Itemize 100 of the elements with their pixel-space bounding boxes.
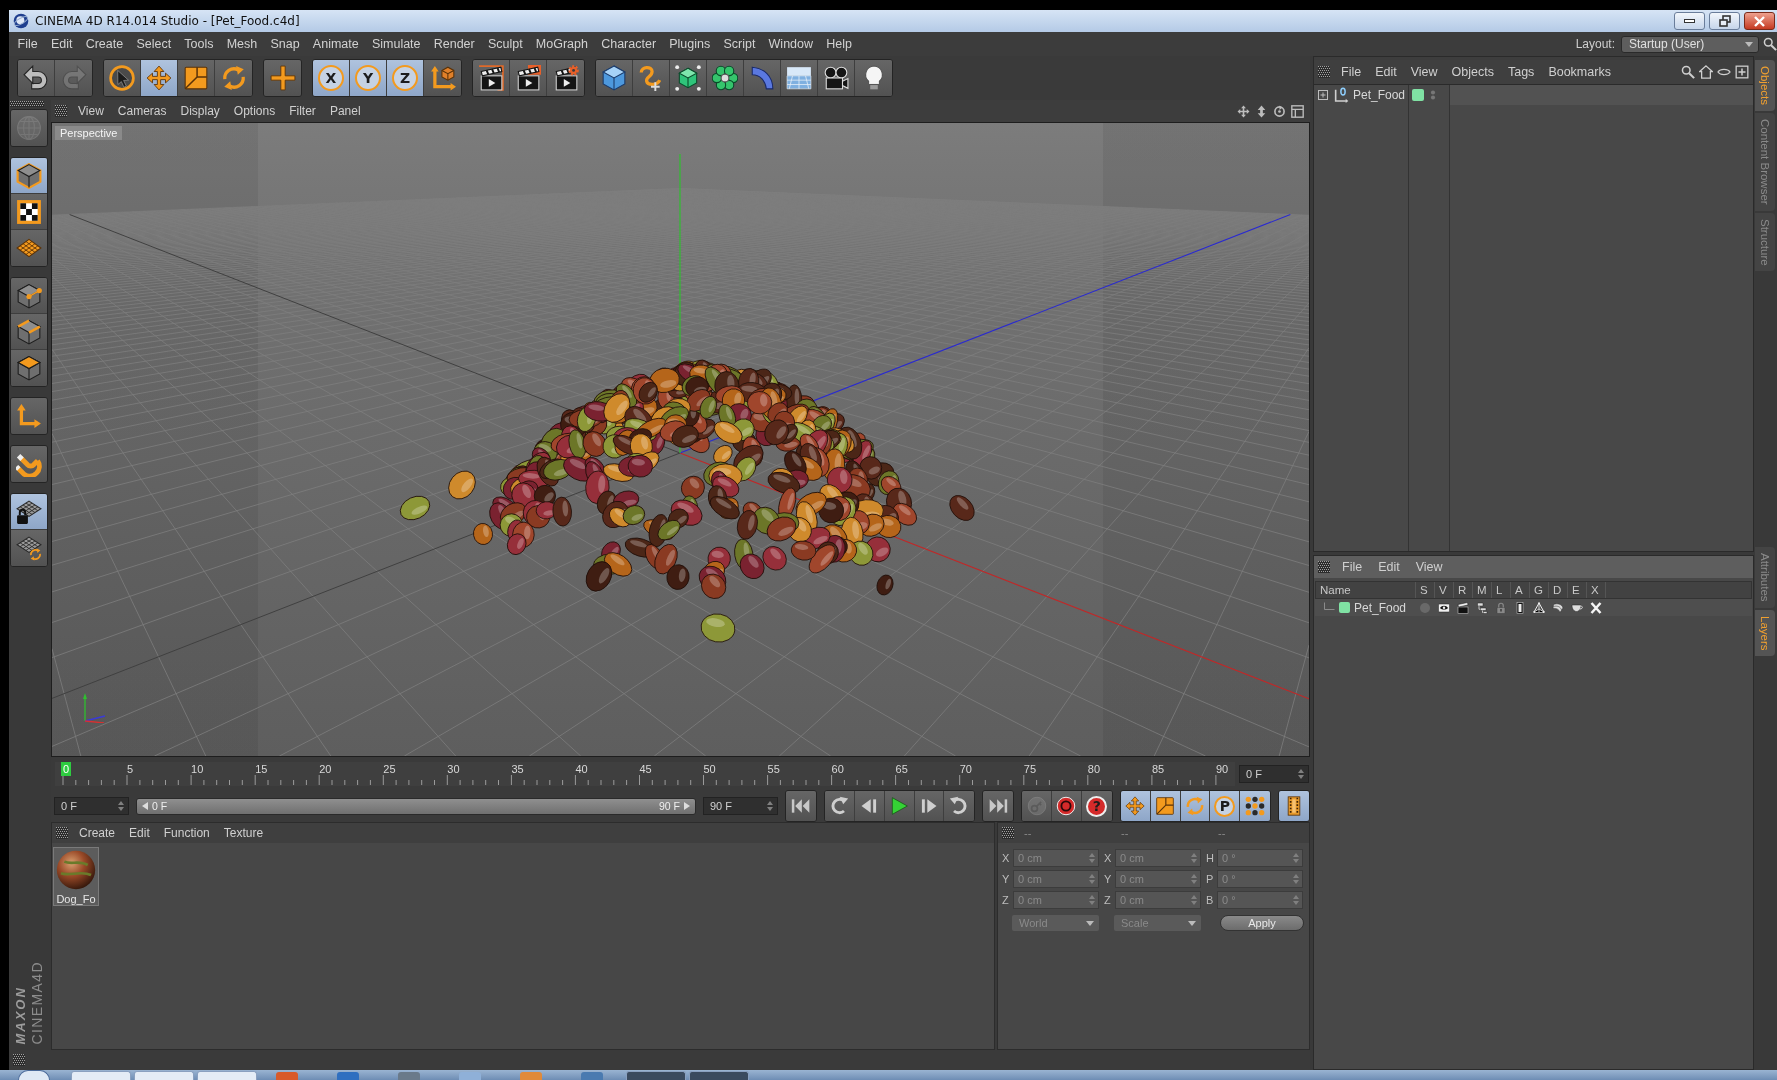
side-tab[interactable]: Objects — [1755, 60, 1775, 111]
y-axis-button[interactable]: Y — [350, 60, 387, 96]
menu-item[interactable]: Objects — [1444, 65, 1501, 79]
frame-range-slider[interactable]: 0 F 90 F — [136, 797, 696, 815]
polygons-button[interactable] — [11, 350, 47, 386]
drag-handle-icon[interactable] — [55, 105, 67, 117]
home-icon[interactable] — [1699, 65, 1713, 79]
menu-item[interactable]: View — [1407, 560, 1451, 574]
axis-button[interactable] — [11, 398, 47, 434]
undo-button[interactable] — [18, 60, 55, 96]
side-tab[interactable]: Layers — [1755, 609, 1775, 657]
menu-item[interactable]: Plugins — [662, 37, 717, 51]
model-button[interactable] — [11, 158, 47, 194]
rotate-button[interactable] — [215, 60, 252, 96]
render-view-button[interactable] — [473, 60, 510, 96]
prev-key-button[interactable] — [824, 791, 855, 821]
menu-item[interactable]: Help — [819, 37, 859, 51]
eye-box-icon[interactable] — [1437, 601, 1450, 614]
key-point-level-button[interactable] — [1240, 791, 1271, 821]
menu-item[interactable]: Edit — [122, 826, 157, 840]
drag-handle-icon[interactable] — [56, 827, 68, 839]
menu-item[interactable]: Options — [226, 104, 283, 118]
lock-icon[interactable] — [1494, 601, 1507, 614]
workplane-button[interactable] — [11, 230, 47, 266]
autokey-button[interactable] — [1052, 791, 1082, 821]
lock-workplane-button[interactable] — [11, 494, 47, 530]
key-rotation-button[interactable] — [1180, 791, 1211, 821]
rotate-icon[interactable] — [1273, 104, 1286, 118]
menu-item[interactable]: Tags — [1500, 65, 1542, 79]
subdivision-surface-button[interactable] — [670, 60, 707, 96]
bend-shape-icon[interactable] — [1551, 601, 1564, 614]
menu-item[interactable]: MoGraph — [529, 37, 595, 51]
planar-workplane-button[interactable] — [11, 530, 47, 566]
dots-icon[interactable] — [1428, 90, 1438, 100]
apply-button[interactable]: Apply — [1220, 915, 1304, 931]
go-start-button[interactable] — [786, 791, 816, 821]
menu-item[interactable]: Create — [79, 37, 130, 51]
taskbar-button[interactable] — [626, 1071, 686, 1080]
spinner-icon[interactable] — [1298, 768, 1304, 779]
left-arrow-icon[interactable] — [142, 802, 148, 810]
frame-field[interactable]: 0 F — [54, 797, 129, 815]
key-parameter-button[interactable]: P — [1210, 791, 1241, 821]
floor-button[interactable] — [781, 60, 818, 96]
layer-name[interactable]: Pet_Food — [1354, 600, 1407, 615]
go-end-button[interactable] — [983, 791, 1014, 821]
object-name[interactable]: Pet_Food — [1353, 88, 1406, 102]
frame-field[interactable]: 90 F — [703, 797, 778, 815]
menu-item[interactable]: Filter — [282, 104, 323, 118]
drag-handle-icon[interactable] — [1318, 66, 1330, 78]
pyramid-icon[interactable] — [1532, 601, 1545, 614]
close-button[interactable] — [1744, 12, 1775, 30]
menu-item[interactable]: Edit — [1368, 65, 1404, 79]
minimize-button[interactable] — [1674, 12, 1705, 30]
vertical-arrows-icon[interactable] — [1255, 104, 1268, 118]
menu-item[interactable]: Character — [594, 37, 663, 51]
cube-button[interactable] — [596, 60, 633, 96]
menu-item[interactable]: Function — [156, 826, 217, 840]
search-icon[interactable] — [1681, 65, 1695, 79]
texture-button[interactable] — [11, 194, 47, 230]
menu-item[interactable]: Panel — [322, 104, 368, 118]
layer-color-icon[interactable] — [1339, 602, 1350, 613]
material-item[interactable]: Dog_Fo — [53, 847, 99, 906]
spline-pen-button[interactable] — [633, 60, 670, 96]
menu-item[interactable]: Bookmarks — [1541, 65, 1618, 79]
spinner-icon[interactable] — [767, 801, 773, 811]
menu-item[interactable]: Animate — [306, 37, 366, 51]
menu-item[interactable]: Edit — [1370, 560, 1408, 574]
menu-item[interactable]: Tools — [177, 37, 221, 51]
cup-icon[interactable] — [1570, 601, 1583, 614]
menu-item[interactable]: Create — [72, 826, 123, 840]
z-axis-button[interactable]: Z — [387, 60, 424, 96]
drag-handle-icon[interactable] — [1318, 561, 1330, 573]
menu-item[interactable]: File — [11, 37, 45, 51]
layout-dropdown[interactable]: Startup (User) — [1621, 35, 1759, 53]
next-frame-button[interactable] — [914, 791, 945, 821]
drag-handle-icon[interactable] — [13, 1054, 25, 1066]
key-position-button[interactable] — [1120, 791, 1151, 821]
prev-frame-button[interactable] — [854, 791, 885, 821]
camera-button[interactable] — [818, 60, 855, 96]
dot-icon[interactable] — [1418, 601, 1431, 614]
render-settings-button[interactable] — [547, 60, 584, 96]
start-button[interactable] — [18, 1070, 50, 1080]
layer-row[interactable]: Pet_Food — [1315, 599, 1752, 616]
menu-item[interactable]: Cameras — [110, 104, 174, 118]
menu-item[interactable]: Display — [173, 104, 227, 118]
live-select-button[interactable] — [104, 60, 141, 96]
layout-icon[interactable] — [1291, 104, 1304, 118]
x-axis-button[interactable]: X — [313, 60, 350, 96]
next-key-button[interactable] — [944, 791, 975, 821]
coordinate-system-button[interactable] — [424, 60, 461, 96]
restore-button[interactable] — [1709, 12, 1740, 30]
move-button[interactable] — [141, 60, 178, 96]
menu-item[interactable]: File — [1334, 65, 1369, 79]
film-strip-icon[interactable] — [1513, 601, 1526, 614]
menu-item[interactable]: Edit — [44, 37, 80, 51]
expand-box-icon[interactable] — [1317, 89, 1329, 101]
menu-item[interactable]: Window — [761, 37, 820, 51]
plus-square-icon[interactable] — [1735, 65, 1749, 79]
spinner-icon[interactable] — [118, 801, 124, 811]
cross-icon[interactable] — [1589, 601, 1602, 614]
